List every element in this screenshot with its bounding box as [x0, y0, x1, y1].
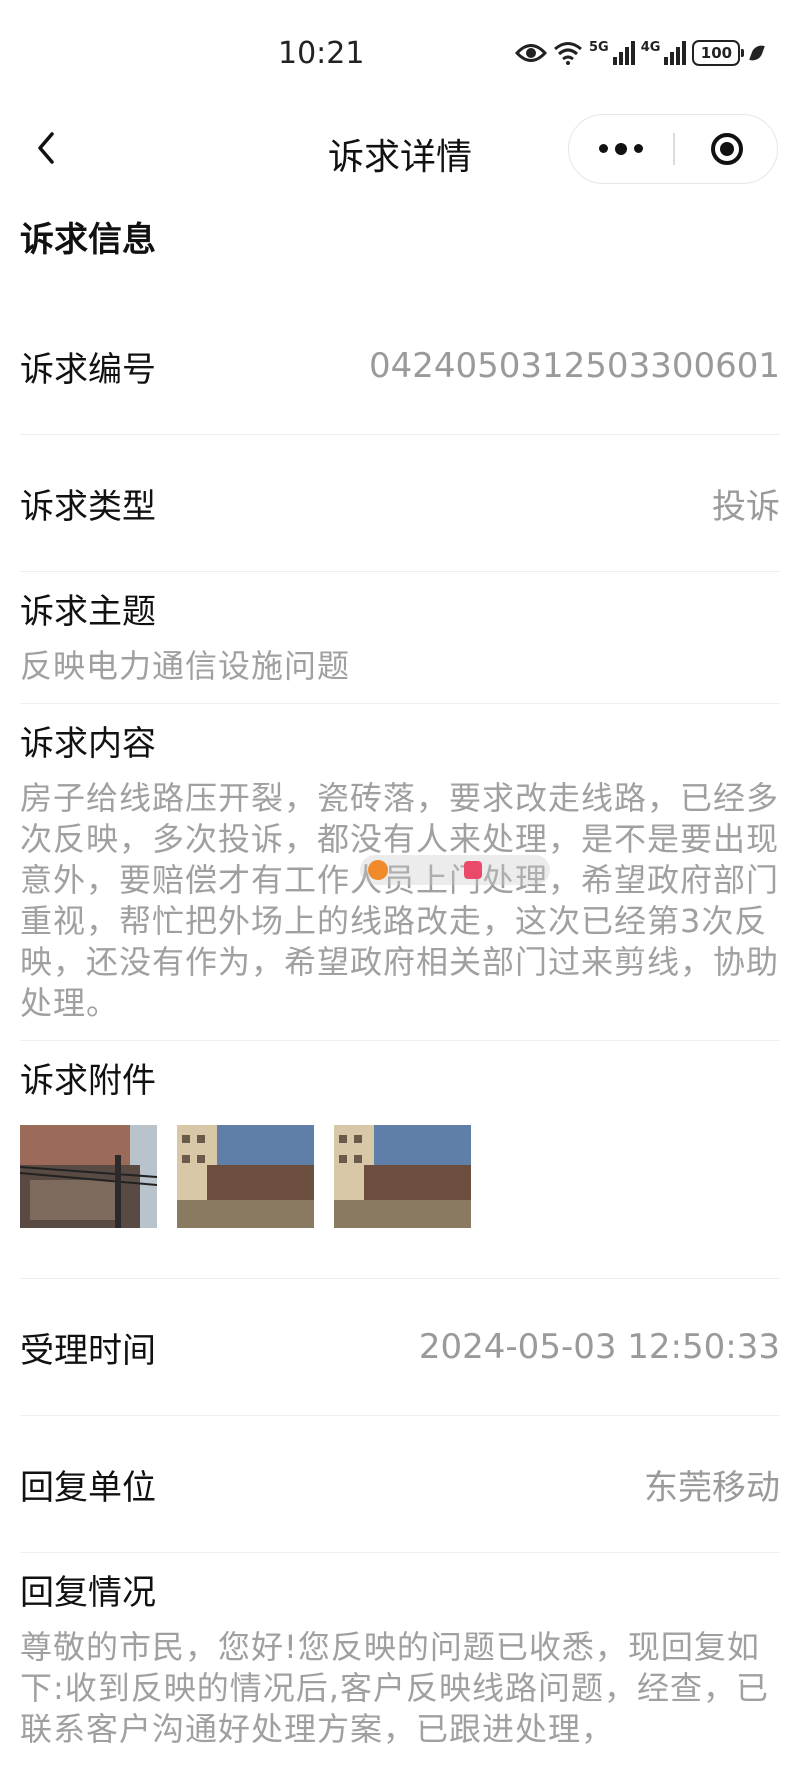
battery-icon: 100 — [692, 40, 745, 66]
field-value: 反映电力通信设施问题 — [20, 647, 351, 685]
floating-watermark-badge — [360, 855, 550, 885]
field-reply: 回复情况 尊敬的市民，您好!您反映的问题已收悉，现回复如下:收到反映的情况后,客… — [20, 1553, 780, 1766]
field-label: 诉求类型 — [20, 486, 156, 527]
field-type: 诉求类型 投诉 — [20, 435, 780, 572]
mini-program-capsule — [568, 114, 778, 184]
field-value: 东莞移动 — [644, 1467, 780, 1508]
eye-icon — [515, 44, 547, 62]
more-button[interactable] — [569, 115, 673, 182]
leaf-icon — [749, 42, 766, 64]
dot-icon — [615, 142, 627, 155]
wifi-icon — [554, 42, 582, 65]
network-5g-label: 5G — [589, 40, 609, 55]
field-value: 尊敬的市民，您好!您反映的问题已收悉，现回复如下:收到反映的情况后,客户反映线路… — [20, 1628, 769, 1748]
attachment-thumbnail[interactable] — [20, 1125, 157, 1228]
field-label: 受理时间 — [20, 1330, 156, 1371]
status-bar: 10:21 5G 4G 100 — [0, 0, 800, 110]
attachment-list — [20, 1103, 780, 1278]
signal-icon — [612, 41, 635, 65]
nav-bar: 诉求详情 — [0, 110, 800, 190]
field-number: 诉求编号 0424050312503300601 — [20, 298, 780, 435]
signal-icon-2 — [664, 41, 687, 65]
camera-icon — [464, 861, 482, 879]
field-label: 诉求编号 — [20, 349, 156, 390]
field-label: 回复单位 — [20, 1467, 156, 1508]
field-value: 2024-05-03 12:50:33 — [418, 1327, 780, 1367]
field-label: 回复情况 — [20, 1573, 156, 1613]
status-time: 10:21 — [278, 36, 365, 71]
detail-content: 诉求信息 诉求编号 0424050312503300601 诉求类型 投诉 诉求… — [20, 190, 780, 1766]
field-accept-time: 受理时间 2024-05-03 12:50:33 — [20, 1279, 780, 1416]
field-label: 诉求内容 — [20, 724, 156, 764]
attachment-thumbnail[interactable] — [177, 1125, 314, 1228]
dot-icon — [599, 144, 608, 153]
field-subject: 诉求主题 反映电力通信设施问题 — [20, 572, 780, 704]
target-icon — [711, 132, 743, 165]
field-attachments: 诉求附件 — [20, 1041, 780, 1279]
field-value: 0424050312503300601 — [368, 346, 780, 386]
field-value: 投诉 — [712, 486, 780, 527]
field-value: 房子给线路压开裂，瓷砖落，要求改走线路，已经多次反映，多次投诉，都没有人来处理，… — [20, 779, 780, 1022]
network-4g-label: 4G — [640, 40, 661, 55]
field-label: 诉求主题 — [20, 592, 156, 632]
attachment-thumbnail[interactable] — [334, 1125, 471, 1228]
field-reply-unit: 回复单位 东莞移动 — [20, 1416, 780, 1553]
status-icons: 5G 4G 100 — [515, 40, 766, 66]
close-mini-program-button[interactable] — [675, 115, 779, 182]
section-title: 诉求信息 — [20, 220, 156, 260]
dot-icon — [634, 144, 643, 153]
logo-icon — [368, 860, 388, 880]
field-label: 诉求附件 — [20, 1061, 156, 1101]
